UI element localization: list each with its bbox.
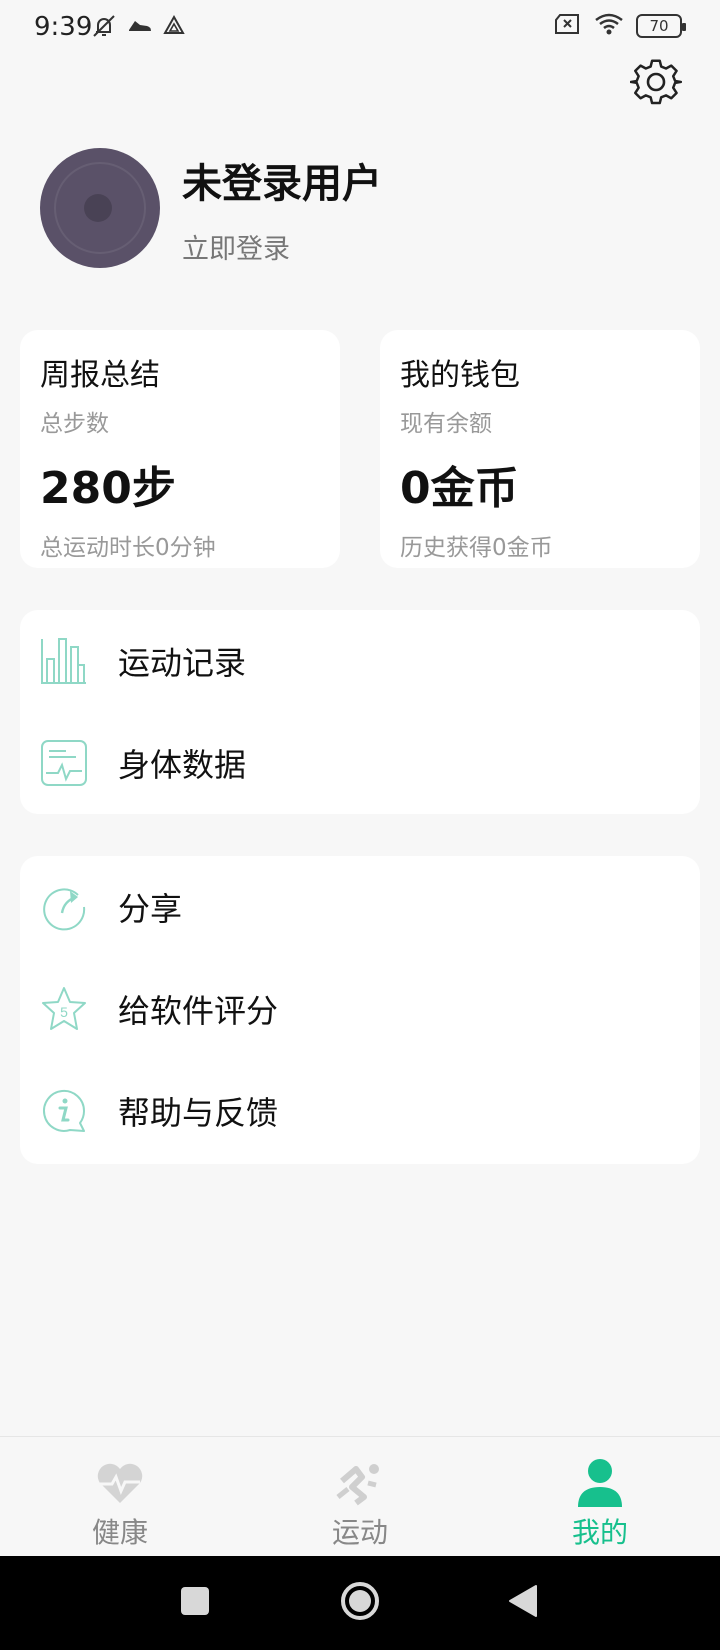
total-steps-value: 280步 bbox=[40, 463, 176, 514]
card-subtitle: 总步数 bbox=[40, 411, 109, 437]
menu-item-help-feedback[interactable]: 帮助与反馈 bbox=[20, 1060, 700, 1162]
avatar[interactable] bbox=[40, 148, 160, 268]
menu-label: 给软件评分 bbox=[118, 992, 279, 1030]
status-bar: 9:39 70 bbox=[0, 0, 720, 56]
menu-label: 分享 bbox=[118, 890, 183, 928]
menu-group-more: 分享 5 给软件评分 帮助与反馈 bbox=[20, 856, 700, 1164]
login-link[interactable]: 立即登录 bbox=[182, 227, 382, 266]
bottom-tab-bar: 健康 运动 我的 bbox=[0, 1436, 720, 1556]
tab-label: 我的 bbox=[571, 1516, 628, 1549]
back-triangle-icon bbox=[508, 1584, 538, 1622]
card-title: 我的钱包 bbox=[400, 358, 520, 393]
menu-item-body-data[interactable]: 身体数据 bbox=[20, 712, 700, 814]
stat-cards: 周报总结 总步数 280步 总运动时长0分钟 我的钱包 现有余额 0金币 历史获… bbox=[20, 330, 700, 568]
menu-label: 身体数据 bbox=[118, 746, 247, 784]
balance-value: 0金币 bbox=[400, 463, 519, 514]
bar-chart-icon bbox=[40, 637, 88, 685]
person-icon bbox=[574, 1457, 626, 1509]
body-data-icon bbox=[40, 739, 88, 787]
tab-sport[interactable]: 运动 bbox=[240, 1437, 480, 1556]
card-subtitle: 现有余额 bbox=[400, 411, 492, 437]
running-icon bbox=[334, 1457, 386, 1509]
menu-item-share[interactable]: 分享 bbox=[20, 856, 700, 958]
mute-bell-icon bbox=[90, 12, 118, 44]
system-nav-bar bbox=[0, 1556, 720, 1650]
wifi-icon bbox=[594, 12, 624, 40]
tab-label: 健康 bbox=[91, 1516, 148, 1549]
menu-item-exercise-records[interactable]: 运动记录 bbox=[20, 610, 700, 712]
star-rating-icon: 5 bbox=[40, 985, 88, 1033]
profile-name: 未登录用户 bbox=[182, 160, 382, 207]
square-icon bbox=[180, 1586, 210, 1620]
share-icon bbox=[40, 883, 88, 931]
sim-error-icon bbox=[554, 12, 582, 40]
weekly-summary-card[interactable]: 周报总结 总步数 280步 总运动时长0分钟 bbox=[20, 330, 340, 568]
battery-level: 70 bbox=[649, 17, 669, 35]
tab-label: 运动 bbox=[331, 1516, 388, 1549]
shoe-icon bbox=[126, 12, 154, 44]
menu-label: 运动记录 bbox=[118, 644, 247, 682]
gear-icon bbox=[629, 56, 683, 112]
status-time: 9:39 bbox=[34, 12, 93, 42]
tab-health[interactable]: 健康 bbox=[0, 1437, 240, 1556]
menu-item-rate-app[interactable]: 5 给软件评分 bbox=[20, 958, 700, 1060]
help-info-icon bbox=[40, 1087, 88, 1135]
battery-indicator: 70 bbox=[636, 14, 686, 38]
heart-pulse-icon bbox=[94, 1457, 146, 1509]
circle-icon bbox=[339, 1580, 381, 1626]
wallet-card[interactable]: 我的钱包 现有余额 0金币 历史获得0金币 bbox=[380, 330, 700, 568]
menu-group-records: 运动记录 身体数据 bbox=[20, 610, 700, 814]
card-footer: 历史获得0金币 bbox=[400, 535, 553, 561]
settings-button[interactable] bbox=[628, 56, 684, 112]
profile-section[interactable]: 未登录用户 立即登录 bbox=[40, 148, 382, 268]
recents-button[interactable] bbox=[155, 1556, 235, 1650]
card-footer: 总运动时长0分钟 bbox=[40, 535, 216, 561]
tab-mine[interactable]: 我的 bbox=[480, 1437, 720, 1556]
card-title: 周报总结 bbox=[40, 358, 160, 393]
star-number: 5 bbox=[60, 1004, 68, 1020]
drive-icon bbox=[162, 14, 186, 42]
back-button[interactable] bbox=[483, 1556, 563, 1650]
home-button[interactable] bbox=[320, 1556, 400, 1650]
menu-label: 帮助与反馈 bbox=[118, 1094, 279, 1132]
